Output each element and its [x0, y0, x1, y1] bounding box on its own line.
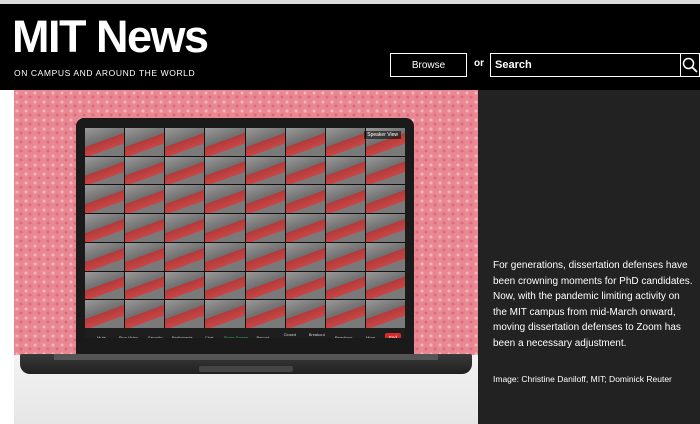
- zoom-participant-tile: [365, 271, 405, 300]
- zoom-participant-tile: [205, 271, 245, 300]
- zoom-participant-tile: [285, 271, 325, 300]
- search-icon: [682, 57, 698, 73]
- zoom-participant-tile: [285, 185, 325, 214]
- zoom-participant-tile: [165, 214, 205, 242]
- zoom-participant-tile: [85, 156, 125, 185]
- zoom-toolbar-item: More: [365, 334, 376, 339]
- zoom-participant-tile: [205, 185, 245, 214]
- speaker-view-label: Speaker View: [364, 131, 401, 139]
- site-header: MIT News ON CAMPUS AND AROUND THE WORLD …: [0, 4, 700, 90]
- search-input[interactable]: [490, 53, 681, 77]
- laptop-trackpad: [199, 366, 293, 372]
- zoom-participant-tile: [165, 242, 205, 271]
- zoom-participant-tile: [85, 214, 125, 242]
- zoom-participant-tile: [165, 300, 205, 328]
- zoom-screen: Speaker View Mute Stop Video Security Parti…: [85, 128, 405, 338]
- zoom-participant-tile: [165, 128, 205, 156]
- image-credit: Image: Christine Daniloff, MIT; Dominick…: [493, 374, 672, 384]
- zoom-participant-tile: [325, 242, 365, 271]
- image-caption: For generations, dissertation defenses h…: [493, 260, 693, 349]
- zoom-participant-tile: [325, 128, 365, 156]
- caption-panel: For generations, dissertation defenses h…: [478, 90, 700, 424]
- zoom-toolbar-item: Security: [148, 334, 163, 339]
- zoom-participant-tile: [85, 300, 125, 328]
- zoom-participant-tile: [165, 185, 205, 214]
- zoom-participant-tile: [285, 128, 325, 156]
- zoom-participant-tile: [285, 300, 325, 328]
- zoom-toolbar-item: Stop Video: [118, 334, 139, 339]
- zoom-participant-tile: [325, 185, 365, 214]
- zoom-participant-tile: [365, 242, 405, 271]
- zoom-participant-tile: [365, 185, 405, 214]
- zoom-participant-tile: [325, 156, 365, 185]
- mit-news-logo[interactable]: MIT News: [12, 14, 209, 60]
- hero-image: Speaker View Mute Stop Video Security Parti…: [14, 90, 478, 424]
- zoom-participant-tile: [125, 156, 165, 185]
- zoom-participant-tile: [245, 271, 285, 300]
- zoom-participant-tile: [325, 214, 365, 242]
- zoom-participant-tile: [325, 271, 365, 300]
- laptop-keyboard-edge: [54, 354, 438, 360]
- zoom-participant-tile: [325, 300, 365, 328]
- zoom-participant-tile: [245, 128, 285, 156]
- zoom-participant-tile: [85, 185, 125, 214]
- zoom-toolbar-item: Reactions: [334, 334, 353, 339]
- zoom-participant-tile: [205, 128, 245, 156]
- zoom-video-grid: [85, 128, 405, 328]
- site-tagline: ON CAMPUS AND AROUND THE WORLD: [14, 68, 196, 78]
- zoom-participant-tile: [125, 214, 165, 242]
- zoom-toolbar-item: Chat: [204, 334, 214, 339]
- zoom-participant-tile: [205, 300, 245, 328]
- browse-button[interactable]: Browse: [390, 53, 467, 77]
- zoom-participant-tile: [205, 214, 245, 242]
- zoom-toolbar: Mute Stop Video Security Participants Chat Sh…: [85, 328, 405, 338]
- zoom-toolbar-item: Record: [256, 334, 270, 339]
- zoom-participant-tile: [85, 271, 125, 300]
- or-label: or: [474, 58, 484, 69]
- zoom-participant-tile: [125, 128, 165, 156]
- zoom-toolbar-item: Breakout Rooms: [308, 332, 325, 338]
- zoom-participant-tile: [165, 156, 205, 185]
- zoom-participant-tile: [245, 214, 285, 242]
- zoom-participant-tile: [245, 185, 285, 214]
- zoom-participant-tile: [365, 156, 405, 185]
- zoom-participant-tile: [125, 242, 165, 271]
- zoom-toolbar-item: Closed Caption: [283, 332, 297, 338]
- zoom-participant-tile: [245, 156, 285, 185]
- zoom-participant-tile: [165, 271, 205, 300]
- search-button[interactable]: [680, 53, 700, 77]
- zoom-participant-tile: [85, 128, 125, 156]
- zoom-participant-tile: [85, 242, 125, 271]
- zoom-toolbar-item: Mute: [97, 334, 106, 339]
- zoom-participant-tile: [365, 300, 405, 328]
- zoom-participant-tile: [125, 300, 165, 328]
- zoom-participant-tile: [125, 271, 165, 300]
- zoom-participant-tile: [205, 242, 245, 271]
- zoom-toolbar-item: Participants: [171, 334, 193, 339]
- zoom-participant-tile: [285, 214, 325, 242]
- zoom-participant-tile: [245, 242, 285, 271]
- zoom-participant-tile: [125, 185, 165, 214]
- zoom-participant-tile: [205, 156, 245, 185]
- zoom-participant-tile: [285, 242, 325, 271]
- zoom-participant-tile: [245, 300, 285, 328]
- laptop: Speaker View Mute Stop Video Security Parti…: [76, 118, 414, 354]
- zoom-participant-tile: [285, 156, 325, 185]
- zoom-participant-tile: [365, 214, 405, 242]
- zoom-toolbar-item: Share Screen: [223, 334, 249, 339]
- zoom-end-button: End: [384, 332, 401, 338]
